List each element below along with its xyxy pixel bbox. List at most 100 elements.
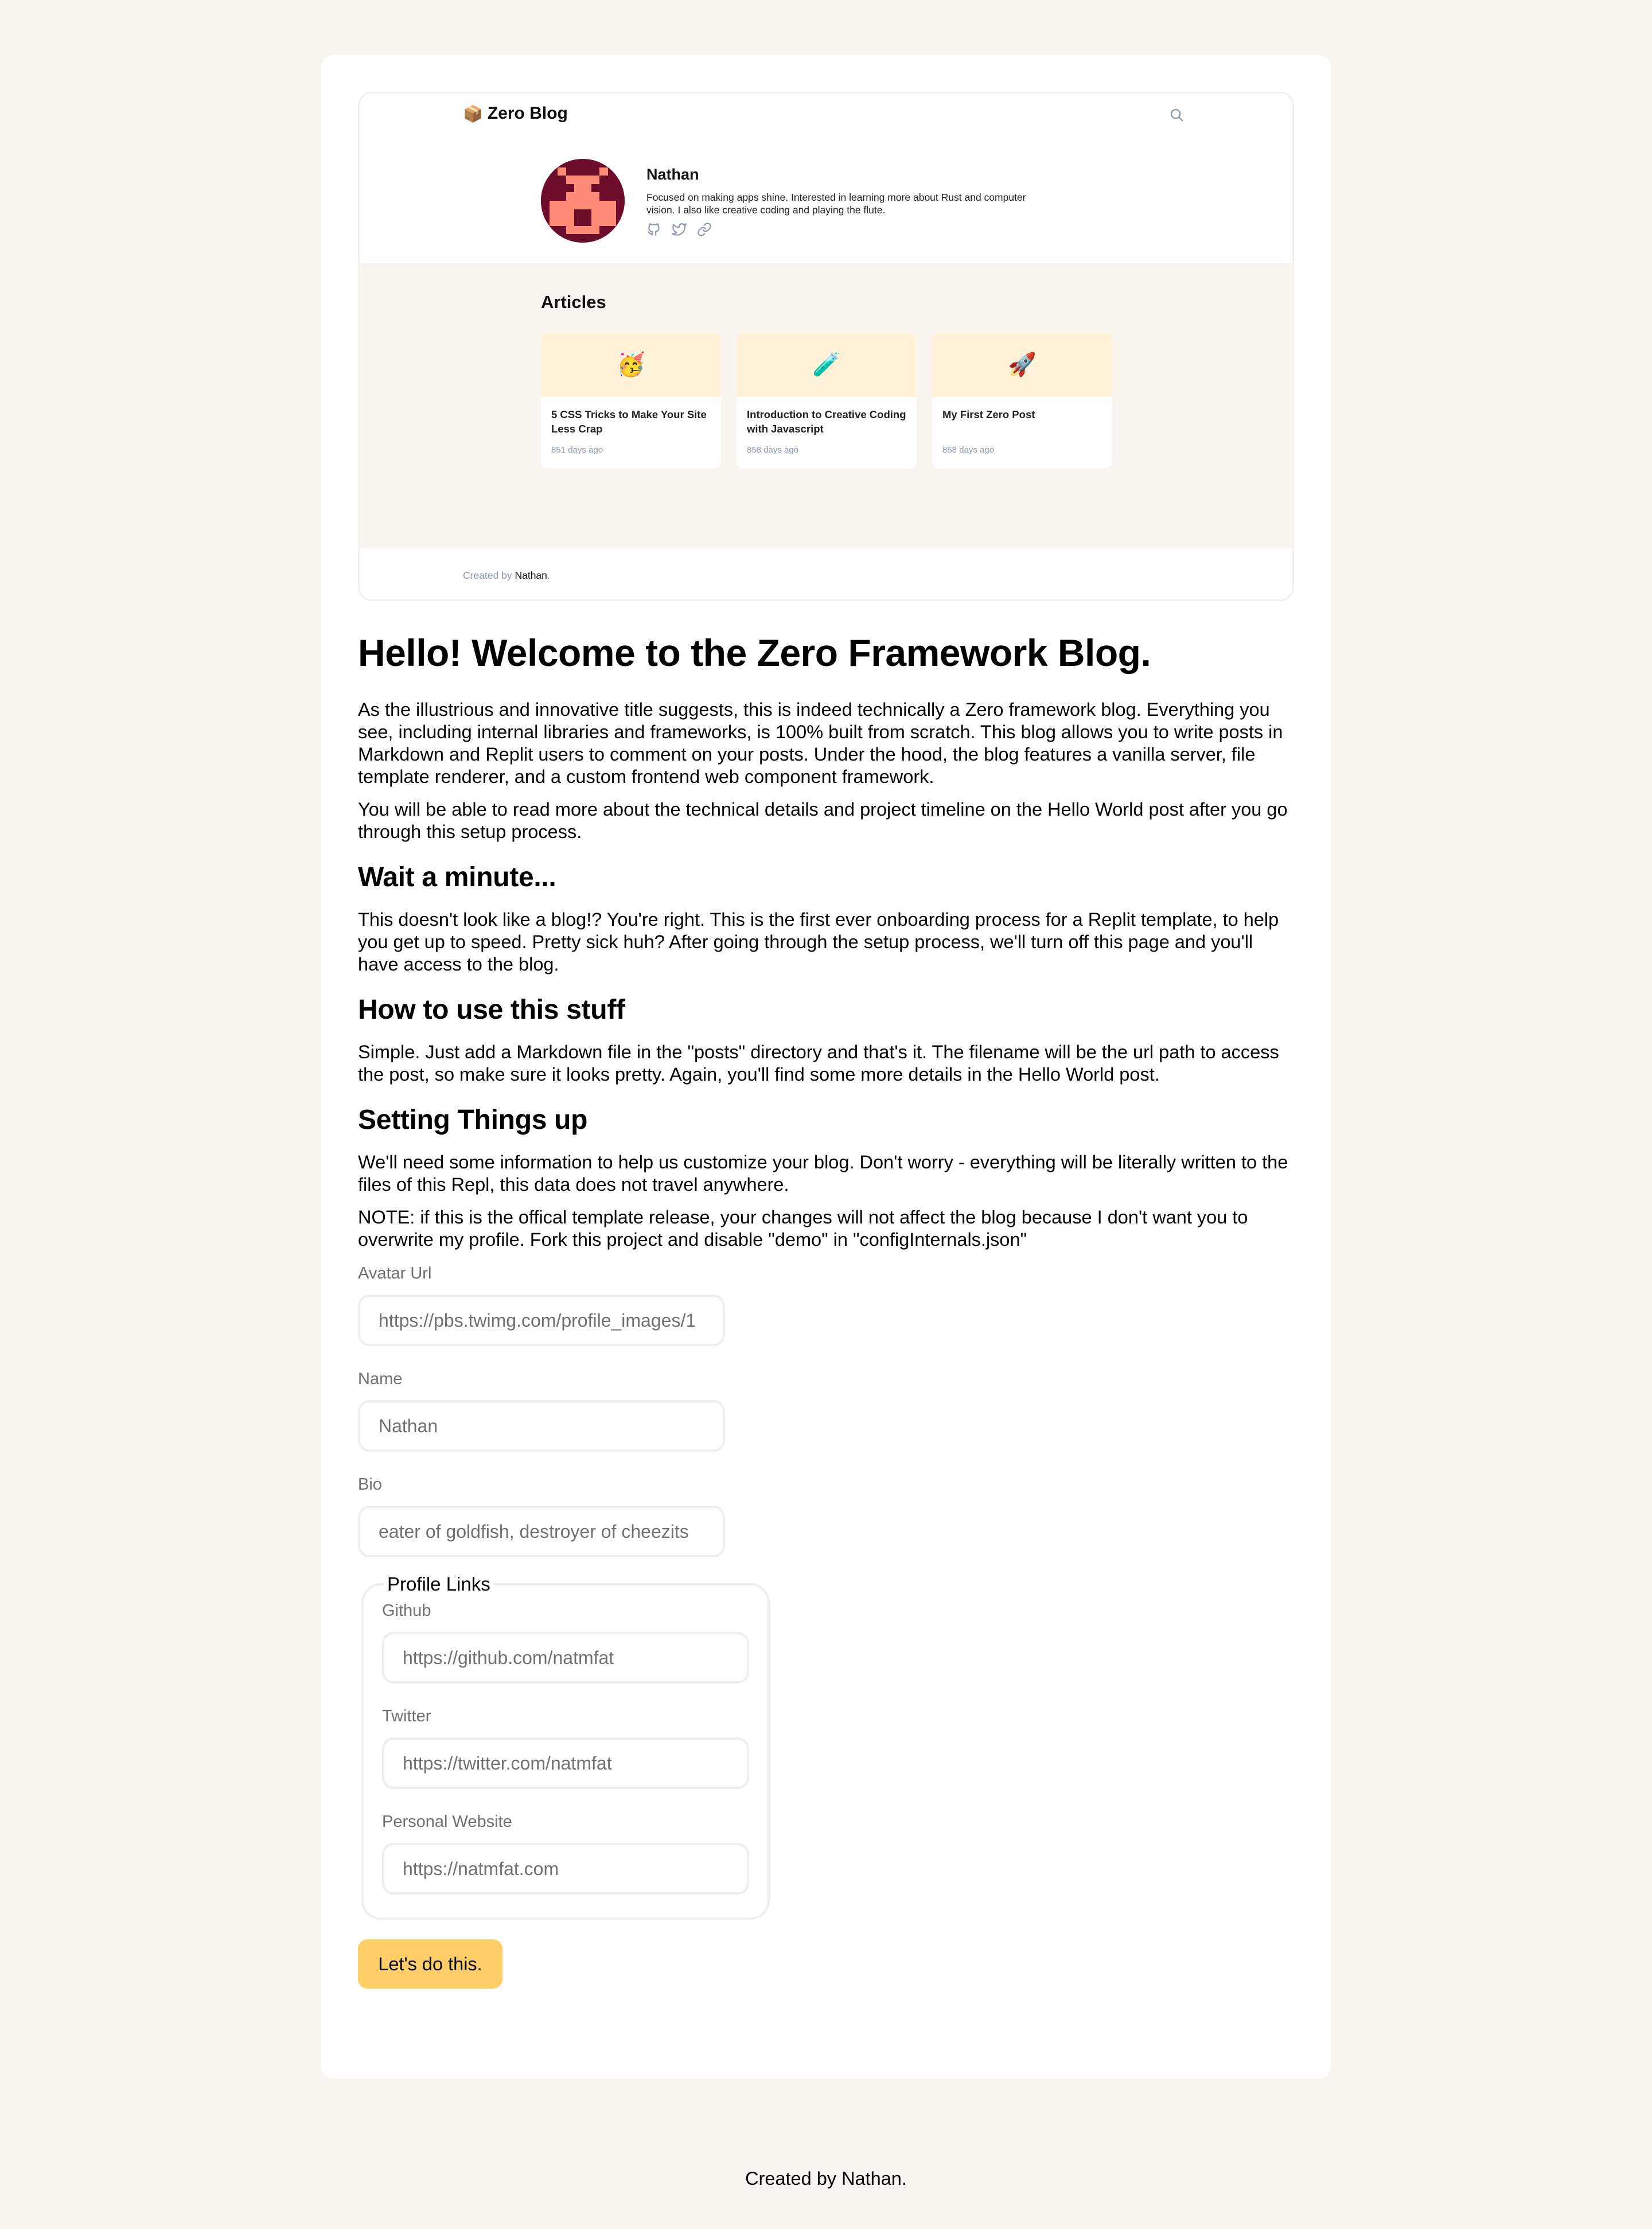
avatar-pixel	[549, 225, 558, 235]
avatar-pixel	[607, 176, 617, 184]
section-heading: How to use this stuff	[358, 995, 625, 1025]
profile-links-legend: Profile Links	[387, 1573, 490, 1595]
twitter-icon[interactable]	[672, 222, 687, 237]
avatar-pixel	[583, 192, 591, 201]
onboarding-content: Hello! Welcome to the Zero Framework Blo…	[358, 629, 1294, 1989]
twitter-field: Twitter	[382, 1706, 749, 1789]
avatar-pixel	[583, 217, 591, 226]
avatar-pixel	[566, 176, 575, 184]
bio-field: Bio	[358, 1475, 1294, 1557]
avatar-pixel	[616, 167, 625, 176]
avatar-url-field: Avatar Url	[358, 1264, 1294, 1346]
avatar-pixel	[599, 192, 608, 201]
avatar-pixel	[583, 209, 591, 218]
avatar-pixel	[549, 159, 558, 167]
avatar-pixel	[599, 234, 608, 243]
avatar-pixel	[599, 209, 608, 218]
avatar-url-input[interactable]	[358, 1295, 725, 1346]
avatar-pixel	[558, 225, 566, 235]
avatar-pixel	[566, 217, 575, 226]
name-input[interactable]	[358, 1400, 725, 1452]
github-icon[interactable]	[646, 222, 661, 237]
avatar-pixel	[599, 217, 608, 226]
avatar-pixel	[591, 225, 600, 235]
avatar-pixel	[558, 234, 566, 243]
preview-profile-bio: Focused on making apps shine. Interested…	[646, 192, 1026, 216]
avatar-pixel	[566, 234, 575, 243]
article-emoji: 🧪	[737, 332, 917, 397]
avatar-pixel	[574, 167, 583, 176]
section-paragraph: Simple. Just add a Markdown file in the …	[358, 1042, 1279, 1085]
twitter-input[interactable]	[382, 1737, 749, 1789]
avatar-pixel	[616, 225, 625, 235]
avatar-pixel	[558, 176, 566, 184]
bio-label: Bio	[358, 1475, 382, 1494]
github-label: Github	[382, 1601, 431, 1620]
avatar-pixel	[599, 176, 608, 184]
preview-logo[interactable]: 📦 Zero Blog	[463, 104, 568, 123]
avatar-pixel	[591, 167, 600, 176]
avatar-pixel	[541, 192, 550, 201]
avatar-pixel	[607, 201, 617, 209]
section-heading: Setting Things up	[358, 1105, 588, 1135]
avatar-pixel	[616, 184, 625, 193]
avatar-pixel	[541, 184, 550, 193]
article-emoji: 🥳	[541, 332, 721, 397]
page-footer: Created by Nathan.	[745, 2168, 907, 2189]
onboarding-card: 📦 Zero Blog Nathan Focused on making app…	[321, 55, 1331, 2079]
avatar-pixel	[549, 209, 558, 218]
article-card[interactable]: 🚀 My First Zero Post 858 days ago	[932, 332, 1112, 469]
avatar-pixel	[574, 176, 583, 184]
footer-suffix: .	[547, 570, 550, 581]
avatar-pixel	[591, 209, 600, 218]
avatar-pixel	[591, 234, 600, 243]
name-field: Name	[358, 1369, 1294, 1452]
avatar-pixel	[541, 225, 550, 235]
avatar-pixel	[549, 192, 558, 201]
avatar-pixel	[607, 234, 617, 243]
avatar-pixel	[591, 159, 600, 167]
avatar-pixel	[541, 176, 550, 184]
article-date: 858 days ago	[942, 445, 995, 455]
page-title: Hello! Welcome to the Zero Framework Blo…	[358, 632, 1151, 674]
avatar-pixel	[574, 159, 583, 167]
article-card[interactable]: 🥳 5 CSS Tricks to Make Your Site Less Cr…	[541, 332, 721, 469]
preview-footer: Created by Nathan.	[360, 548, 1292, 599]
avatar-pixel	[574, 184, 583, 193]
preview-articles-section: Articles 🥳 5 CSS Tricks to Make Your Sit…	[360, 263, 1292, 548]
article-date: 858 days ago	[747, 445, 799, 455]
search-icon[interactable]	[1169, 107, 1185, 123]
setup-form: Avatar Url Name Bio Profile Links Github…	[358, 1264, 1294, 1989]
avatar-pixel	[591, 192, 600, 201]
article-title: 5 CSS Tricks to Make Your Site Less Crap	[551, 408, 707, 435]
article-card[interactable]: 🧪 Introduction to Creative Coding with J…	[737, 332, 917, 469]
avatar-pixel	[616, 192, 625, 201]
avatar-pixel	[541, 167, 550, 176]
avatar-pixel	[558, 209, 566, 218]
avatar-pixel	[558, 159, 566, 167]
avatar-pixel	[607, 192, 617, 201]
github-input[interactable]	[382, 1632, 749, 1684]
avatar-pixel	[541, 201, 550, 209]
avatar-pixel	[583, 225, 591, 235]
avatar-pixel	[566, 201, 575, 209]
link-icon[interactable]	[697, 222, 712, 237]
submit-button[interactable]: Let's do this.	[358, 1939, 502, 1989]
avatar-pixel	[616, 201, 625, 209]
article-title: My First Zero Post	[942, 408, 1035, 420]
section-paragraph: We'll need some information to help us c…	[358, 1152, 1288, 1195]
section-paragraph: This doesn't look like a blog!? You're r…	[358, 909, 1279, 975]
preview-avatar	[541, 159, 625, 243]
article-title: Introduction to Creative Coding with Jav…	[747, 408, 906, 435]
website-input[interactable]	[382, 1843, 749, 1895]
avatar-pixel	[549, 217, 558, 226]
footer-author-link[interactable]: Nathan	[515, 570, 547, 581]
avatar-pixel	[541, 159, 550, 167]
package-icon: 📦	[463, 104, 483, 123]
bio-input[interactable]	[358, 1506, 725, 1557]
avatar-pixel	[583, 234, 591, 243]
preview-profile-links	[646, 222, 712, 237]
avatar-pixel	[607, 209, 617, 218]
avatar-pixel	[558, 201, 566, 209]
avatar-pixel	[566, 192, 575, 201]
